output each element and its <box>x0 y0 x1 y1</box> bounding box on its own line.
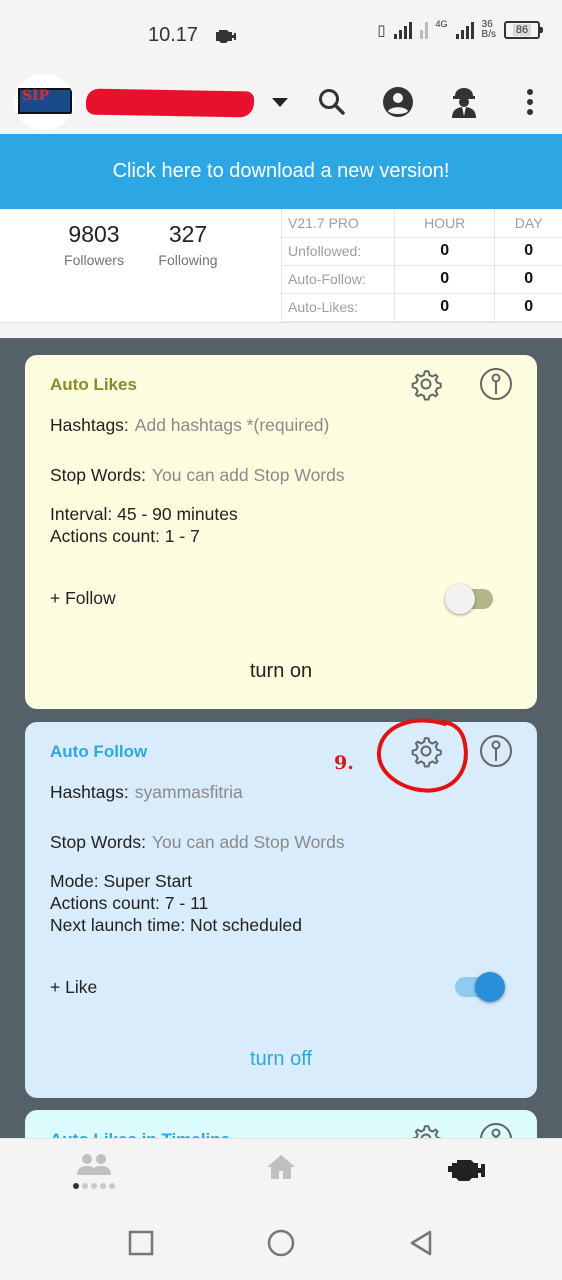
nav-people[interactable] <box>64 1153 124 1203</box>
interval-text: Interval: 45 - 90 minutes <box>50 504 238 524</box>
actions-count-text: Actions count: 7 - 11 <box>50 893 209 913</box>
dropdown-arrow-icon[interactable] <box>270 94 290 110</box>
following-stat[interactable]: 327 Following <box>152 221 224 268</box>
home-button-icon[interactable] <box>266 1228 296 1258</box>
hashtags-row[interactable]: Hashtags: syammasfitria <box>50 782 243 803</box>
network-speed: 36 B/s <box>481 19 496 40</box>
like-toggle-label: + Like <box>50 977 98 997</box>
battery-icon: 86 <box>504 21 543 39</box>
stats-panel: 9803 Followers 327 Following V21.7 PRO H… <box>0 209 562 323</box>
annotation-number: 9. <box>334 752 354 774</box>
engine-notification-icon <box>216 30 236 43</box>
card-title: Auto Follow <box>50 742 148 761</box>
search-icon[interactable] <box>314 84 350 120</box>
status-time: 10.17 <box>148 24 199 46</box>
annotation-circle <box>376 718 468 793</box>
next-launch-text: Next launch time: Not scheduled <box>50 915 302 935</box>
settings-gear-icon[interactable] <box>409 1122 443 1138</box>
stopwords-row[interactable]: Stop Words: You can add Stop Words <box>50 465 345 486</box>
followers-count: 9803 <box>68 221 120 247</box>
cards-container[interactable]: Auto Likes Hashtags: Add hashtags *(requi… <box>0 338 562 1138</box>
recents-icon[interactable] <box>126 1228 156 1258</box>
info-icon[interactable] <box>479 367 513 401</box>
following-label: Following <box>158 252 218 268</box>
bottom-navigation <box>0 1138 562 1208</box>
col-hour: HOUR <box>393 209 495 238</box>
stopwords-placeholder: You can add Stop Words <box>151 465 345 485</box>
signal-icon <box>393 21 412 39</box>
battery-level: 86 <box>512 24 532 36</box>
worker-icon[interactable] <box>446 84 482 120</box>
stopwords-placeholder: You can add Stop Words <box>151 832 345 852</box>
following-count: 327 <box>168 221 208 247</box>
back-icon[interactable] <box>406 1228 436 1258</box>
vibrate-icon: ▯ <box>377 22 386 39</box>
card-title: Auto Likes in Timeline <box>50 1130 230 1138</box>
info-icon[interactable] <box>479 1122 513 1138</box>
page-indicator <box>73 1183 115 1189</box>
actions-count-text: Actions count: 1 - 7 <box>50 526 200 546</box>
system-navigation <box>0 1208 562 1280</box>
mode-text: Mode: Super Start <box>50 871 193 891</box>
home-icon <box>267 1155 295 1179</box>
status-bar: 10.17 ▯ 4G 36 B/s 86 <box>0 0 562 70</box>
table-row: Auto-Follow: 0 0 <box>281 265 562 294</box>
nav-home[interactable] <box>251 1153 311 1203</box>
info-icon[interactable] <box>479 734 513 768</box>
version-label: V21.7 PRO <box>281 209 395 238</box>
activity-table: V21.7 PRO HOUR DAY Unfollowed: 0 0 Auto-… <box>281 209 562 322</box>
hashtags-value: syammasfitria <box>134 782 243 802</box>
turn-off-button[interactable]: turn off <box>25 1048 537 1071</box>
people-icon <box>77 1154 111 1175</box>
turn-on-button[interactable]: turn on <box>25 660 537 683</box>
account-name: Syamm Jabrik <box>96 94 179 109</box>
like-toggle[interactable] <box>455 972 505 1002</box>
update-banner-text: Click here to download a new version! <box>112 160 450 182</box>
app-logo: SIP <box>14 74 74 130</box>
hashtags-placeholder: Add hashtags *(required) <box>134 415 330 435</box>
update-banner[interactable]: Click here to download a new version! <box>0 134 562 209</box>
follow-toggle[interactable] <box>445 584 495 614</box>
follow-toggle-label: + Follow <box>50 588 116 608</box>
nav-engine[interactable] <box>438 1153 498 1203</box>
stopwords-row[interactable]: Stop Words: You can add Stop Words <box>50 832 345 853</box>
account-circle-icon[interactable] <box>380 84 416 120</box>
app-bar: SIP Syamm Jabrik <box>0 70 562 134</box>
card-title: Auto Likes <box>50 375 137 394</box>
network-type: 4G <box>435 18 448 29</box>
hashtags-row[interactable]: Hashtags: Add hashtags *(required) <box>50 415 329 436</box>
col-day: DAY <box>494 209 562 238</box>
auto-likes-card: Auto Likes Hashtags: Add hashtags *(requi… <box>25 355 537 709</box>
account-selector[interactable]: Syamm Jabrik <box>85 88 255 118</box>
followers-stat[interactable]: 9803 Followers <box>58 221 130 268</box>
auto-follow-card: Auto Follow Hashtags: syammasfitria Stop … <box>25 718 537 1098</box>
engine-icon <box>448 1160 485 1181</box>
table-row: Auto-Likes: 0 0 <box>281 293 562 322</box>
followers-label: Followers <box>64 252 124 268</box>
signal-icon-2 <box>419 21 428 39</box>
signal-icon-3 <box>455 21 474 39</box>
auto-likes-timeline-card: Auto Likes in Timeline <box>25 1110 537 1138</box>
settings-gear-icon[interactable] <box>409 367 443 401</box>
more-vert-icon[interactable] <box>512 84 548 120</box>
table-row: Unfollowed: 0 0 <box>281 237 562 266</box>
